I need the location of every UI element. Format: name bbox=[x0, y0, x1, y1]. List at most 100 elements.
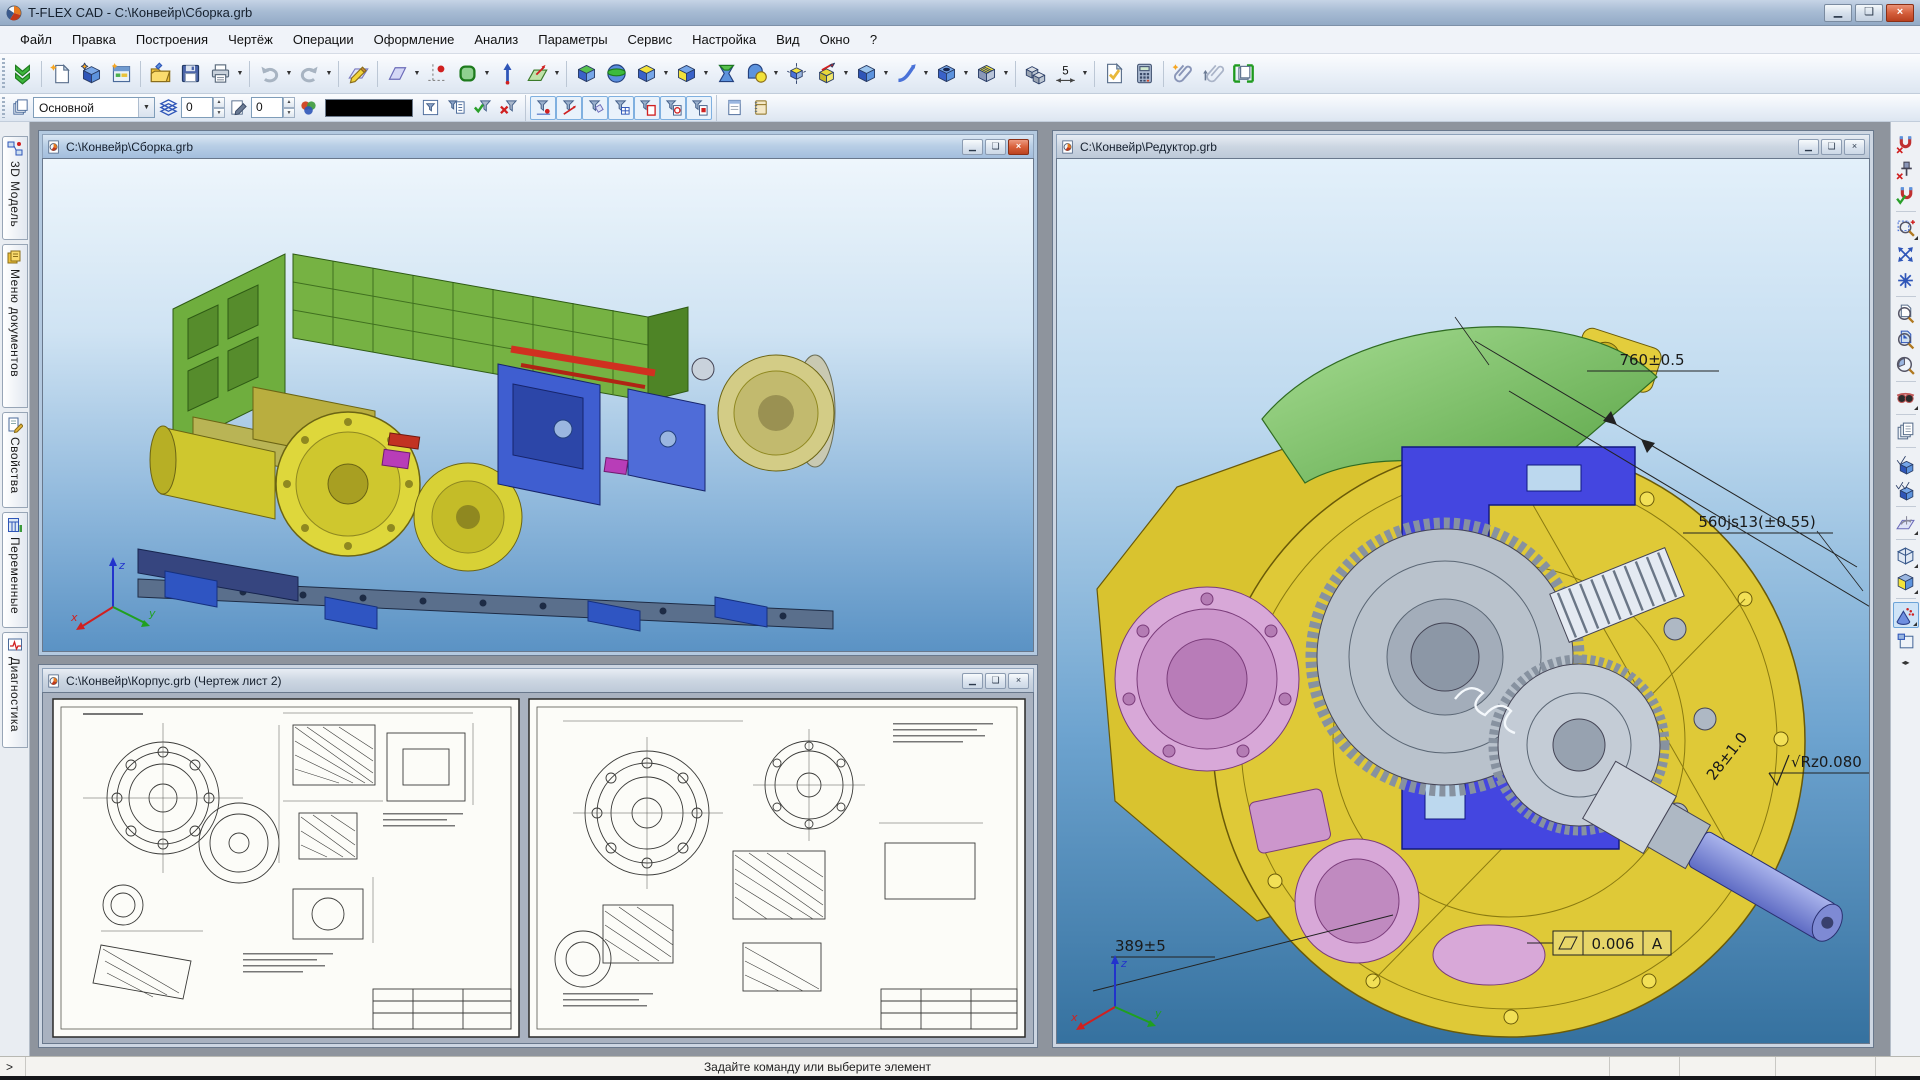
filter-off-icon[interactable] bbox=[495, 96, 521, 120]
menu-edit[interactable]: Правка bbox=[62, 28, 126, 51]
shaded-mode-icon[interactable] bbox=[1893, 569, 1919, 595]
app-minimize-button[interactable]: ▁ bbox=[1824, 4, 1852, 22]
style-combo[interactable]: Основной ▼ bbox=[33, 97, 155, 118]
sel-filter-line-icon[interactable] bbox=[556, 96, 582, 120]
check-document-icon[interactable] bbox=[1099, 58, 1129, 90]
wireframe-mode-icon[interactable] bbox=[1893, 543, 1919, 569]
workplane-dropdown[interactable]: ▼ bbox=[412, 70, 422, 77]
workplane-icon[interactable] bbox=[382, 58, 412, 90]
fragments-icon[interactable] bbox=[1020, 58, 1050, 90]
window-reducer[interactable]: C:\Конвейр\Редуктор.grb ▁ ❏ × bbox=[1052, 130, 1874, 1048]
drawing-2d-viewport[interactable] bbox=[43, 693, 1034, 1044]
filter-list-icon[interactable] bbox=[443, 96, 469, 120]
menu-analysis[interactable]: Анализ bbox=[464, 28, 528, 51]
menu-format[interactable]: Оформление bbox=[364, 28, 465, 51]
new-document-icon[interactable] bbox=[46, 58, 76, 90]
mesh-icon[interactable] bbox=[971, 58, 1001, 90]
measure-dropdown[interactable]: ▼ bbox=[1080, 70, 1090, 77]
pin-off-icon[interactable] bbox=[1893, 156, 1919, 182]
sidebar-tab-diagnostics[interactable]: Диагностика bbox=[2, 632, 28, 748]
color-swatch[interactable] bbox=[325, 99, 413, 117]
assembly-3d-viewport[interactable]: z x y bbox=[43, 159, 1034, 652]
menu-service[interactable]: Сервис bbox=[618, 28, 683, 51]
assembly-restore-button[interactable]: ❏ bbox=[985, 139, 1006, 155]
rotation-icon[interactable] bbox=[601, 58, 631, 90]
shell-dropdown[interactable]: ▼ bbox=[881, 70, 891, 77]
profile-dropdown[interactable]: ▼ bbox=[482, 70, 492, 77]
reducer-close-button[interactable]: × bbox=[1844, 139, 1865, 155]
zoom-sheet-icon[interactable] bbox=[1893, 300, 1919, 326]
transform-icon[interactable] bbox=[781, 58, 811, 90]
redo-dropdown[interactable]: ▼ bbox=[324, 70, 334, 77]
zoom-selected-icon[interactable] bbox=[1893, 326, 1919, 352]
mesh-dropdown[interactable]: ▼ bbox=[1001, 70, 1011, 77]
node-icon[interactable] bbox=[422, 58, 452, 90]
menu-help[interactable]: ? bbox=[860, 28, 887, 51]
sidebar-tab-3d-model[interactable]: 3D Модель bbox=[2, 136, 28, 240]
assembly-minimize-button[interactable]: ▁ bbox=[962, 139, 983, 155]
sel-filter-grid-icon[interactable] bbox=[608, 96, 634, 120]
shell-icon[interactable] bbox=[851, 58, 881, 90]
sidebar-tab-variables[interactable]: Переменные bbox=[2, 512, 28, 628]
pages-stack-icon[interactable] bbox=[1893, 418, 1919, 444]
sel-filter-circle-icon[interactable] bbox=[660, 96, 686, 120]
menu-draw[interactable]: Чертёж bbox=[218, 28, 283, 51]
copy-operation-dropdown[interactable]: ▼ bbox=[841, 70, 851, 77]
window-assembly[interactable]: C:\Конвейр\Сборка.grb ▁ ❏ × bbox=[38, 130, 1038, 656]
toolbar-grip[interactable] bbox=[2, 58, 5, 89]
open-document-icon[interactable] bbox=[145, 58, 175, 90]
level-icon[interactable] bbox=[225, 96, 251, 120]
redo-icon[interactable] bbox=[294, 58, 324, 90]
boolean-icon[interactable] bbox=[741, 58, 771, 90]
app-restore-button[interactable]: ❏ bbox=[1855, 4, 1883, 22]
window-drawing[interactable]: C:\Конвейр\Корпус.grb (Чертеж лист 2) ▁ … bbox=[38, 664, 1038, 1048]
notebook-icon[interactable] bbox=[747, 96, 773, 120]
regenerate-all-icon[interactable] bbox=[1893, 477, 1919, 503]
menu-file[interactable]: Файл bbox=[10, 28, 62, 51]
reducer-3d-viewport[interactable]: 760±0.5 560js13(±0.55) √Rz0.080 bbox=[1057, 159, 1870, 1044]
zoom-all-icon[interactable] bbox=[1893, 267, 1919, 293]
roughness-label-rz[interactable]: √Rz0.080 bbox=[1791, 753, 1862, 771]
print-dropdown[interactable]: ▼ bbox=[235, 70, 245, 77]
layer-value-field[interactable]: 0 bbox=[181, 97, 213, 118]
profile-icon[interactable] bbox=[452, 58, 482, 90]
regenerate-icon[interactable] bbox=[1893, 451, 1919, 477]
measure-icon[interactable]: 5 bbox=[1050, 58, 1080, 90]
hide-elements-icon[interactable] bbox=[1893, 385, 1919, 411]
local-system-dropdown[interactable]: ▼ bbox=[552, 70, 562, 77]
colors-icon[interactable] bbox=[295, 96, 321, 120]
app-titlebar[interactable]: T-FLEX CAD - C:\Конвейр\Сборка.grb ▁ ❏ × bbox=[0, 0, 1920, 26]
sweep-dropdown[interactable]: ▼ bbox=[921, 70, 931, 77]
sel-filter-page-icon[interactable] bbox=[634, 96, 660, 120]
loft-icon[interactable] bbox=[711, 58, 741, 90]
axis-icon[interactable] bbox=[492, 58, 522, 90]
zoom-window-icon[interactable] bbox=[1893, 215, 1919, 241]
drawing-close-button[interactable]: × bbox=[1008, 673, 1029, 689]
sketch-edit-icon[interactable] bbox=[343, 58, 373, 90]
cube-op-2-icon[interactable] bbox=[671, 58, 701, 90]
toolbar-expander[interactable]: ◂▸ bbox=[1901, 658, 1909, 667]
undo-dropdown[interactable]: ▼ bbox=[284, 70, 294, 77]
new-page-icon[interactable] bbox=[721, 96, 747, 120]
sidebar-tab-documents-menu[interactable]: Меню документов bbox=[2, 244, 28, 408]
app-close-button[interactable]: × bbox=[1886, 4, 1914, 22]
level-spinner[interactable]: ▲▼ bbox=[283, 97, 295, 118]
menu-view[interactable]: Вид bbox=[766, 28, 810, 51]
cube-op-1-dropdown[interactable]: ▼ bbox=[661, 70, 671, 77]
cube-op-1-icon[interactable] bbox=[631, 58, 661, 90]
sidebar-tab-properties[interactable]: Свойства bbox=[2, 412, 28, 508]
layer-spinner[interactable]: ▲▼ bbox=[213, 97, 225, 118]
sel-filter-surface-icon[interactable] bbox=[582, 96, 608, 120]
window-assembly-titlebar[interactable]: C:\Конвейр\Сборка.grb ▁ ❏ × bbox=[42, 134, 1034, 158]
print-icon[interactable] bbox=[205, 58, 235, 90]
sweep-icon[interactable] bbox=[891, 58, 921, 90]
filter-on-icon[interactable] bbox=[469, 96, 495, 120]
menu-operations[interactable]: Операции bbox=[283, 28, 364, 51]
menu-chevrons-icon[interactable] bbox=[7, 58, 37, 90]
new-from-prototype-icon[interactable] bbox=[106, 58, 136, 90]
hole-icon[interactable] bbox=[931, 58, 961, 90]
window-drawing-titlebar[interactable]: C:\Конвейр\Корпус.grb (Чертеж лист 2) ▁ … bbox=[42, 668, 1034, 692]
reducer-restore-button[interactable]: ❏ bbox=[1821, 139, 1842, 155]
calculator-icon[interactable] bbox=[1129, 58, 1159, 90]
window-reducer-titlebar[interactable]: C:\Конвейр\Редуктор.grb ▁ ❏ × bbox=[1056, 134, 1870, 158]
